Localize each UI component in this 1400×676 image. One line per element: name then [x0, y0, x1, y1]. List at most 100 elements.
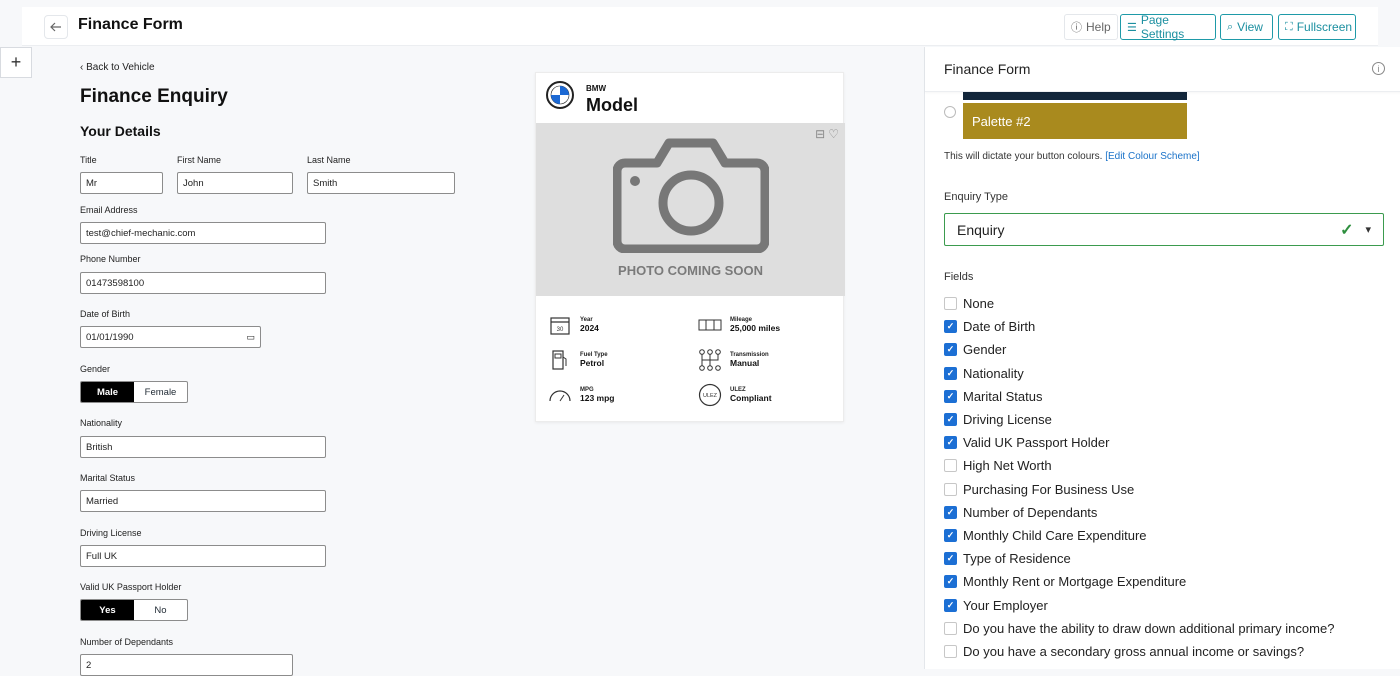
palette-2-radio[interactable]	[944, 106, 956, 118]
passport-yes-option[interactable]: Yes	[81, 600, 134, 620]
field-option[interactable]: Do you have the ability to draw down add…	[944, 621, 1334, 636]
marital-field[interactable]: Married	[80, 490, 326, 512]
dob-label: Date of Birth	[80, 309, 131, 319]
edit-colour-scheme-link[interactable]: [Edit Colour Scheme]	[1105, 151, 1200, 162]
dob-value: 01/01/1990	[86, 331, 134, 343]
field-option[interactable]: ✓ Monthly Child Care Expenditure	[944, 528, 1147, 543]
dob-field[interactable]: 01/01/1990 ▭	[80, 326, 261, 348]
email-field[interactable]: test@chief-mechanic.com	[80, 222, 326, 244]
field-option[interactable]: ✓ Valid UK Passport Holder	[944, 435, 1109, 450]
field-option[interactable]: None	[944, 296, 994, 311]
page-settings-button[interactable]: ☰ Page Settings	[1120, 13, 1216, 41]
checkbox-icon[interactable]	[944, 297, 957, 310]
checkmark-icon: ✓	[1340, 221, 1354, 239]
field-option[interactable]: ✓ Number of Dependants	[944, 505, 1097, 520]
calendar-icon[interactable]: ▭	[246, 332, 255, 343]
checkbox-icon[interactable]	[944, 645, 957, 658]
vehicle-header: BMW Model	[536, 73, 843, 123]
svg-text:30: 30	[557, 327, 564, 333]
field-option[interactable]: ✓ Monthly Rent or Mortgage Expenditure	[944, 574, 1186, 589]
nationality-field[interactable]: British	[80, 436, 326, 458]
field-option-label: Gender	[963, 342, 1007, 358]
checkbox-checked-icon[interactable]: ✓	[944, 343, 957, 357]
colour-note-text: This will dictate your button colours.	[944, 151, 1103, 162]
gender-male-option[interactable]: Male	[81, 382, 134, 402]
spec-transmission-value: Manual	[730, 358, 760, 368]
info-icon: ⓘ	[1071, 22, 1082, 34]
heart-icon[interactable]: ♡	[828, 127, 839, 141]
field-option[interactable]: High Net Worth	[944, 458, 1052, 473]
passport-label: Valid UK Passport Holder	[80, 582, 182, 592]
nationality-label: Nationality	[80, 418, 123, 428]
gearbox-icon	[698, 348, 722, 372]
checkbox-checked-icon[interactable]: ✓	[944, 366, 957, 380]
help-button[interactable]: ⓘ Help	[1064, 14, 1118, 40]
checkbox-icon[interactable]	[944, 482, 957, 496]
last-name-field[interactable]: Smith	[307, 172, 455, 194]
checkbox-checked-icon[interactable]: ✓	[944, 575, 957, 589]
passport-toggle: Yes No	[80, 599, 188, 621]
search-icon: ⌕	[1227, 20, 1234, 33]
checkbox-checked-icon[interactable]: ✓	[944, 598, 957, 612]
checkbox-checked-icon[interactable]: ✓	[944, 413, 957, 426]
email-label: Email Address	[80, 205, 138, 215]
fullscreen-button[interactable]: ⛶ Fullscreen	[1278, 14, 1356, 40]
collapse-icon[interactable]	[44, 15, 68, 39]
field-option-label: High Net Worth	[963, 458, 1052, 474]
phone-field[interactable]: 01473598100	[80, 272, 326, 294]
chevron-left-icon: ‹	[80, 62, 84, 73]
expand-icon: ⛶	[1285, 20, 1293, 33]
checkbox-icon[interactable]	[944, 459, 957, 473]
marital-label: Marital Status	[80, 473, 136, 483]
palette-1-swatch[interactable]	[963, 92, 1187, 100]
dependants-field[interactable]: 2	[80, 654, 293, 676]
license-field[interactable]: Full UK	[80, 545, 326, 567]
field-option-label: Number of Dependants	[963, 504, 1098, 520]
view-button[interactable]: ⌕ View	[1220, 14, 1273, 40]
checkbox-checked-icon[interactable]: ✓	[944, 529, 957, 542]
info-icon[interactable]: i	[1372, 62, 1385, 75]
checkbox-checked-icon[interactable]: ✓	[944, 552, 957, 566]
field-option[interactable]: Purchasing For Business Use	[944, 482, 1134, 497]
checkbox-checked-icon[interactable]: ✓	[944, 320, 957, 334]
checkbox-checked-icon[interactable]: ✓	[944, 505, 957, 519]
gender-toggle: Male Female	[80, 381, 188, 403]
enquiry-type-value: Enquiry	[957, 221, 1005, 238]
back-to-vehicle-link[interactable]: ‹ Back to Vehicle	[80, 62, 155, 73]
first-name-field[interactable]: John	[177, 172, 293, 194]
field-option[interactable]: ✓ Date of Birth	[944, 319, 1035, 334]
field-option-label: Monthly Rent or Mortgage Expenditure	[963, 574, 1187, 590]
spec-mpg-value: 123 mpg	[580, 393, 615, 403]
spec-transmission: Transmission Manual	[698, 348, 769, 372]
field-option[interactable]: ✓ Your Employer	[944, 598, 1048, 613]
gender-female-option[interactable]: Female	[134, 382, 187, 402]
fullscreen-label: Fullscreen	[1296, 20, 1353, 34]
passport-no-option[interactable]: No	[134, 600, 187, 620]
checkbox-checked-icon[interactable]: ✓	[944, 389, 957, 403]
add-block-button[interactable]: +	[0, 47, 32, 78]
field-option[interactable]: ✓ Type of Residence	[944, 551, 1071, 566]
enquiry-type-select[interactable]: Enquiry ✓ ▾	[944, 213, 1384, 246]
page-title: Finance Form	[78, 16, 183, 33]
colour-scheme-note: This will dictate your button colours. […	[944, 151, 1200, 162]
field-option[interactable]: ✓ Nationality	[944, 366, 1024, 381]
title-field[interactable]: Mr	[80, 172, 163, 194]
car-icon[interactable]: ⊟	[815, 127, 825, 141]
svg-text:ULEZ: ULEZ	[703, 393, 718, 399]
field-option[interactable]: ✓ Driving License	[944, 412, 1052, 427]
field-option-label: Do you have the ability to draw down add…	[963, 620, 1335, 636]
spec-fuel-value: Petrol	[580, 358, 605, 368]
field-option-label: Purchasing For Business Use	[963, 481, 1135, 497]
dependants-label: Number of Dependants	[80, 637, 174, 647]
checkbox-icon[interactable]	[944, 621, 957, 635]
palette-2-swatch[interactable]: Palette #2	[963, 103, 1187, 139]
sliders-icon: ☰	[1127, 21, 1137, 34]
fuel-pump-icon	[548, 348, 572, 372]
field-option[interactable]: ✓ Marital Status	[944, 389, 1042, 404]
section-heading: Your Details	[80, 123, 161, 139]
field-option[interactable]: Do you have a secondary gross annual inc…	[944, 644, 1304, 659]
checkbox-checked-icon[interactable]: ✓	[944, 436, 957, 450]
field-option[interactable]: ✓ Gender	[944, 342, 1006, 357]
back-link-label: Back to Vehicle	[86, 62, 155, 73]
view-label: View	[1237, 20, 1263, 34]
